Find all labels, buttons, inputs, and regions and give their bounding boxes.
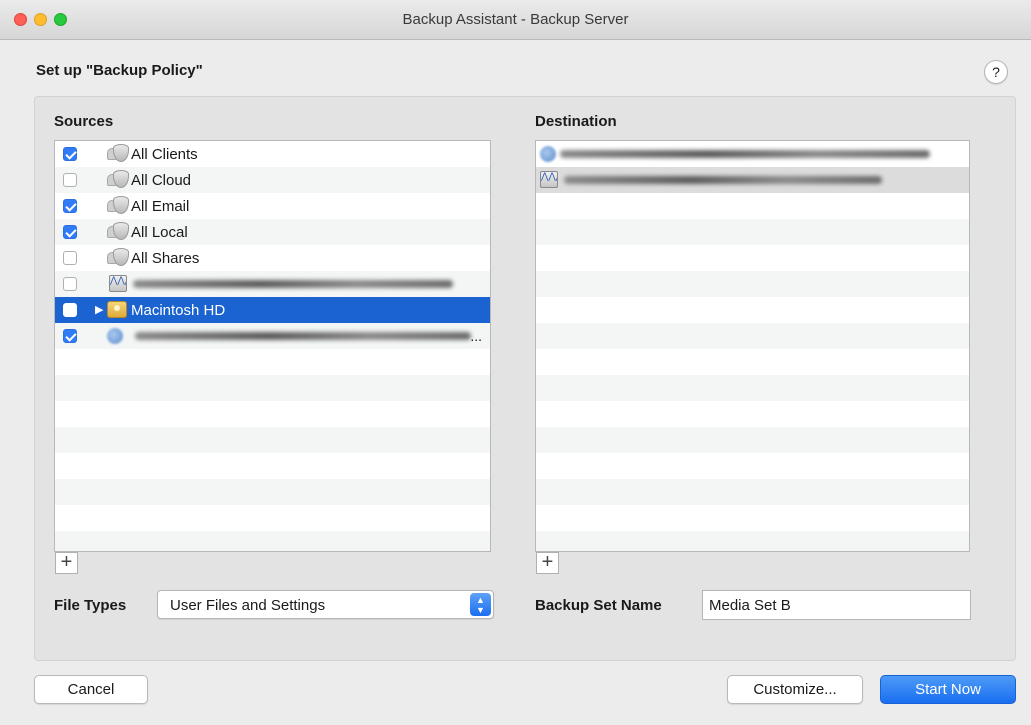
list-item [536, 297, 969, 323]
truncation-ellipsis: ... [470, 328, 482, 344]
list-item [536, 271, 969, 297]
source-label: All Email [131, 198, 190, 215]
group-icon [107, 170, 129, 190]
server-icon: ⋀⋀⋀ [109, 275, 127, 292]
list-item [55, 479, 490, 505]
list-item [536, 453, 969, 479]
source-row-all-clients[interactable]: All Clients [55, 141, 490, 167]
source-checkbox[interactable] [63, 199, 77, 213]
source-row-macintosh-hd[interactable]: ▶ Macintosh HD [55, 297, 490, 323]
title-bar: Backup Assistant - Backup Server [0, 0, 1031, 40]
add-source-button[interactable]: + [55, 552, 78, 574]
sources-list[interactable]: All Clients All Cloud All Email All Loca… [54, 140, 491, 552]
list-item [536, 401, 969, 427]
file-types-select[interactable]: User Files and Settings ▲ ▼ [157, 590, 494, 619]
group-icon [107, 248, 129, 268]
destination-row-redacted-cloud[interactable] [536, 141, 969, 167]
source-label: All Shares [131, 250, 200, 267]
destination-label: Destination [535, 113, 617, 130]
redacted-text [135, 332, 471, 340]
source-label: All Cloud [131, 172, 192, 189]
source-checkbox[interactable] [63, 225, 77, 239]
list-item [55, 427, 490, 453]
source-checkbox[interactable] [63, 173, 77, 187]
list-item [536, 505, 969, 531]
destination-row-redacted-server[interactable]: ⋀⋀⋀ [536, 167, 969, 193]
source-row-all-cloud[interactable]: All Cloud [55, 167, 490, 193]
disclosure-triangle-icon[interactable]: ▶ [95, 303, 103, 316]
globe-icon [540, 146, 556, 162]
source-label: All Clients [131, 146, 198, 163]
redacted-text [133, 280, 453, 288]
list-item [536, 245, 969, 271]
sources-label: Sources [54, 113, 114, 130]
list-item [55, 531, 490, 551]
list-item [536, 323, 969, 349]
list-item [536, 193, 969, 219]
list-item [55, 505, 490, 531]
disk-icon [107, 301, 127, 318]
source-checkbox[interactable] [63, 277, 77, 291]
source-checkbox[interactable] [63, 251, 77, 265]
group-icon [107, 196, 129, 216]
list-item [55, 453, 490, 479]
customize-button[interactable]: Customize... [727, 675, 863, 704]
source-row-all-local[interactable]: All Local [55, 219, 490, 245]
list-item [55, 375, 490, 401]
source-row-redacted-client[interactable]: ... [55, 323, 490, 349]
list-item [536, 531, 969, 551]
source-checkbox[interactable] [63, 329, 77, 343]
source-row-all-email[interactable]: All Email [55, 193, 490, 219]
list-item [536, 219, 969, 245]
list-item [55, 349, 490, 375]
redacted-text [560, 150, 930, 158]
source-checkbox[interactable] [63, 303, 77, 317]
source-row-all-shares[interactable]: All Shares [55, 245, 490, 271]
redacted-text [564, 176, 882, 184]
list-item [536, 375, 969, 401]
help-button[interactable]: ? [984, 60, 1008, 84]
backup-set-name-label: Backup Set Name [535, 597, 662, 614]
source-checkbox[interactable] [63, 147, 77, 161]
source-label: All Local [131, 224, 188, 241]
group-icon [107, 222, 129, 242]
file-types-value: User Files and Settings [170, 597, 326, 614]
server-icon: ⋀⋀⋀ [540, 171, 558, 188]
globe-icon [107, 328, 123, 344]
source-row-redacted-server[interactable]: ⋀⋀⋀ [55, 271, 490, 297]
page-title: Set up "Backup Policy" [36, 62, 203, 79]
window-title: Backup Assistant - Backup Server [402, 11, 629, 28]
file-types-label: File Types [54, 597, 127, 614]
backup-set-name-field[interactable] [702, 590, 971, 620]
list-item [536, 349, 969, 375]
group-icon [107, 144, 129, 164]
source-label: Macintosh HD [131, 302, 226, 319]
add-destination-button[interactable]: + [536, 552, 559, 574]
list-item [536, 479, 969, 505]
list-item [536, 427, 969, 453]
destination-list[interactable]: ⋀⋀⋀ [535, 140, 970, 552]
list-item [55, 401, 490, 427]
updown-chevron-icon: ▲ ▼ [470, 593, 491, 616]
cancel-button[interactable]: Cancel [34, 675, 148, 704]
start-now-button[interactable]: Start Now [880, 675, 1016, 704]
